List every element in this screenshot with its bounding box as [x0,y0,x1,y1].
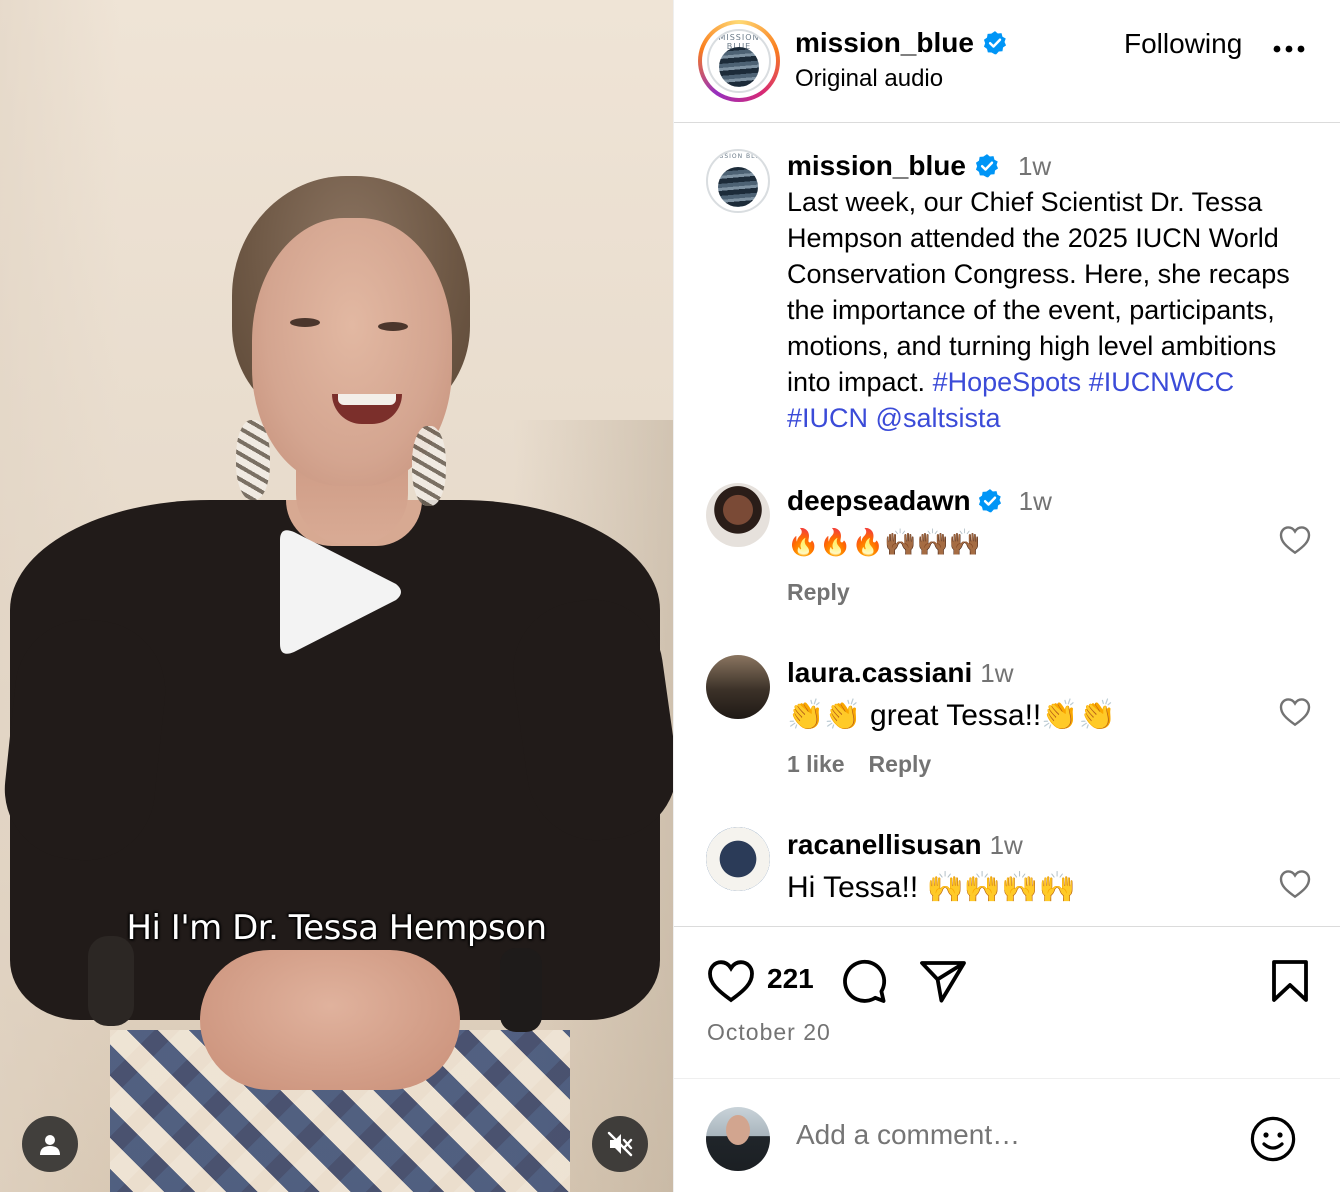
comment-like-heart-icon[interactable] [1279,525,1311,555]
more-options-icon[interactable] [1272,44,1306,54]
muted-speaker-icon [607,1131,633,1157]
comment-item: laura.cassiani 1w 👏👏 great Tessa!!👏👏 1 l… [674,655,1340,805]
user-icon [40,1135,60,1155]
video-subject-hands [200,950,460,1090]
logo-sea-graphic [717,166,759,208]
commenter-avatar[interactable] [706,827,770,891]
post-panel: MISSION BLUE mission_blue Original audio… [673,0,1340,1192]
caption-timestamp[interactable]: 1w [1018,151,1051,182]
comment-text: 👏👏 great Tessa!!👏👏 [787,698,1116,732]
comment-text: 🔥🔥🔥🙌🏾🙌🏾🙌🏾 [787,528,982,558]
comment-like-heart-icon[interactable] [1279,869,1311,899]
following-button[interactable]: Following [1124,28,1242,60]
profile-avatar-story-ring[interactable]: MISSION BLUE [698,20,780,102]
commenter-username[interactable]: laura.cassiani [787,657,972,689]
verified-badge-icon [975,154,998,178]
commenter-username[interactable]: deepseadawn [787,485,971,517]
commenter-username[interactable]: racanellisusan [787,829,982,861]
commenter-avatar[interactable] [706,483,770,547]
reply-button[interactable]: Reply [787,579,850,606]
post-date[interactable]: October 20 [707,1019,831,1046]
hashtag-link[interactable]: #IUCN [787,403,868,433]
current-user-avatar-head [726,1115,750,1145]
video-caption-overlay: Hi I'm Dr. Tessa Hempson [126,908,547,948]
caption-text: Last week, our Chief Scientist Dr. Tessa… [787,184,1317,436]
caption-body: Last week, our Chief Scientist Dr. Tessa… [787,187,1290,397]
verified-badge-icon [978,489,1001,513]
comment-item: deepseadawn 1w 🔥🔥🔥🙌🏾🙌🏾🙌🏾 Reply [674,483,1340,633]
comment-like-heart-icon[interactable] [1279,697,1311,727]
current-user-avatar [706,1107,770,1171]
video-player[interactable]: Hi I'm Dr. Tessa Hempson [0,0,673,1192]
like-count[interactable]: 221 [767,963,814,995]
video-subject-earring [236,420,270,500]
mute-button[interactable] [592,1116,648,1172]
reply-button[interactable]: Reply [869,751,932,778]
header-username[interactable]: mission_blue [795,27,974,59]
save-bookmark-icon[interactable] [1270,959,1310,1003]
mission-blue-logo: MISSION BLUE [707,29,771,93]
comment-timestamp[interactable]: 1w [1019,486,1052,517]
comment-item: racanellisusan 1w Hi Tessa!! 🙌🙌🙌🙌 [674,827,1340,923]
caption-avatar[interactable]: MISSION BLUE [706,149,770,213]
verified-badge-icon [983,31,1006,55]
comment-timestamp[interactable]: 1w [980,658,1013,689]
video-subject-earring [412,426,446,506]
emoji-picker-icon[interactable] [1249,1115,1297,1163]
hashtag-link[interactable]: #HopeSpots [933,367,1082,397]
mission-blue-logo: MISSION BLUE [706,149,770,213]
comment-likes-count[interactable]: 1 like [787,751,845,778]
video-subject-eye [378,322,408,331]
logo-sea-graphic [718,46,760,88]
comment-bubble-icon[interactable] [840,957,888,1005]
video-subject-watch [500,948,542,1032]
play-icon[interactable] [280,526,406,658]
hashtag-link[interactable]: #IUCNWCC [1089,367,1235,397]
video-subject-bracelet [88,936,134,1026]
post-actions-bar: 221 October 20 [674,926,1340,1076]
tagged-users-button[interactable] [22,1116,78,1172]
commenter-avatar[interactable] [706,655,770,719]
caption-username[interactable]: mission_blue [787,150,966,182]
audio-label[interactable]: Original audio [795,65,943,93]
comment-composer [674,1078,1340,1192]
mention-link[interactable]: @saltsista [876,403,1001,433]
comment-timestamp[interactable]: 1w [990,830,1023,861]
video-subject-eye [290,318,320,327]
share-send-icon[interactable] [919,959,967,1003]
like-heart-icon[interactable] [707,959,755,1003]
logo-text: MISSION BLUE [710,153,766,161]
post-header: MISSION BLUE mission_blue Original audio… [674,0,1340,123]
comment-input[interactable] [796,1119,1226,1151]
comment-text: Hi Tessa!! 🙌🙌🙌🙌 [787,870,1076,904]
